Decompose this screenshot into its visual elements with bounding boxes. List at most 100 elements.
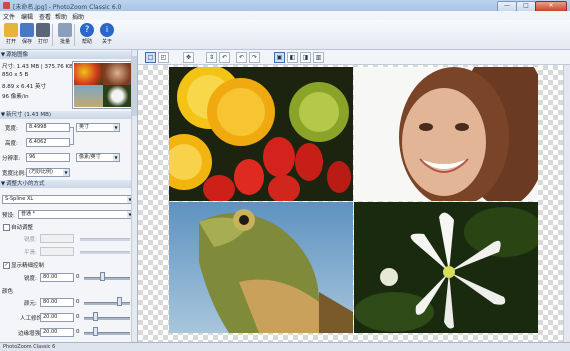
menu-bar: 文件 编辑 查看 帮助 捐助 <box>0 11 570 21</box>
batch-button[interactable]: 批量 <box>54 22 76 48</box>
source-dims: 850 x 5 B <box>2 72 29 78</box>
about-button[interactable]: i 关于 <box>96 22 118 48</box>
c2-slider[interactable] <box>84 317 130 320</box>
method-value: S-Spline XL <box>5 196 34 202</box>
panel-scrollbar[interactable] <box>131 50 137 342</box>
move-button[interactable]: ⇕ <box>206 52 217 63</box>
new-size-section-header[interactable]: ▼新尺寸 (1.43 MB) <box>0 111 136 119</box>
new-size-section-title: 新尺寸 (1.43 MB) <box>6 112 52 118</box>
preview-grid-button[interactable]: ▥ <box>313 52 324 63</box>
app-icon <box>3 2 10 9</box>
print-label: 打印 <box>37 39 48 45</box>
strength-label: 锐度: <box>24 237 37 243</box>
smooth-slider <box>80 251 130 254</box>
chevron-down-icon: ▼ <box>63 169 69 176</box>
fruit-illustration <box>169 67 353 201</box>
crop-button[interactable]: ✥ <box>183 52 194 63</box>
portrait-illustration <box>354 67 538 201</box>
source-section-header[interactable]: ▼源始图像 <box>0 51 136 59</box>
resolution-unit-select[interactable]: 像素/英寸 ▼ <box>76 153 120 162</box>
panel-scrollbar-thumb[interactable] <box>132 56 137 116</box>
preset-select[interactable]: 普通 * ▼ <box>18 210 134 219</box>
preview-canvas[interactable] <box>138 65 563 342</box>
c1-slider[interactable] <box>84 302 130 305</box>
method-section-header[interactable]: ▼调整大小的方式 <box>0 180 136 188</box>
source-section-title: 源始图像 <box>6 52 29 58</box>
frog-illustration <box>169 202 353 333</box>
fit-label: 宽度比例: <box>2 171 26 177</box>
main-toolbar: 打开 保存 打印 批量 ? 帮助 i 关于 <box>0 20 570 50</box>
sharpness-slider-thumb[interactable] <box>100 272 105 281</box>
method-select[interactable]: S-Spline XL ▼ <box>2 195 134 204</box>
preset-label: 预设: <box>2 213 15 219</box>
photo-fruit <box>169 67 353 201</box>
title-bar: [未命名.jpg] - PhotoZoom Classic 6.0 — □ ✕ <box>0 0 570 12</box>
photo-lily <box>354 202 538 333</box>
source-thumbnail[interactable] <box>72 61 134 109</box>
print-button[interactable]: 打印 <box>32 22 54 48</box>
auto-adjust-label: 自动调整 <box>11 225 34 231</box>
auto-adjust-checkbox[interactable] <box>3 224 10 231</box>
c3-label: 边缘增强: <box>18 331 42 337</box>
c3-input[interactable]: 20.00 <box>40 328 74 337</box>
method-section-title: 调整大小的方式 <box>6 181 45 187</box>
view-split-button[interactable]: ◰ <box>158 52 169 63</box>
toolbar-separator <box>74 24 75 46</box>
resolution-input[interactable]: 96 <box>26 153 70 162</box>
source-dpi: 96 像素/in <box>2 94 29 100</box>
rotate-left-button[interactable]: ↶ <box>236 52 247 63</box>
c1-slider-thumb[interactable] <box>117 297 122 306</box>
chevron-down-icon: ▼ <box>113 154 119 161</box>
strength-input <box>40 234 74 243</box>
c1-min: 0 <box>76 299 80 305</box>
strength-slider <box>80 238 130 241</box>
canvas-vertical-scrollbar[interactable] <box>563 65 570 342</box>
sharpness-min: 0 <box>76 274 80 280</box>
help-button[interactable]: ? 帮助 <box>76 22 98 48</box>
preview-side-button[interactable]: ◨ <box>300 52 311 63</box>
aspect-link-icon[interactable] <box>69 127 74 145</box>
view-toolbar: □ ◰ ✥ ⇕ ↶ ↶ ↷ ▣ ◧ ◨ ▥ <box>138 50 570 65</box>
smooth-input <box>40 247 74 256</box>
about-label: 关于 <box>101 39 112 45</box>
print-icon <box>36 23 50 37</box>
batch-label: 批量 <box>59 39 70 45</box>
c3-slider[interactable] <box>84 332 130 335</box>
view-single-button[interactable]: □ <box>145 52 156 63</box>
fit-select[interactable]: (巧妙比例) ▼ <box>26 168 70 177</box>
preview-full-button[interactable]: ▣ <box>274 52 285 63</box>
c1-input[interactable]: 80.00 <box>40 298 74 307</box>
preview-compare-button[interactable]: ◧ <box>287 52 298 63</box>
c3-slider-thumb[interactable] <box>93 327 98 336</box>
help-icon: ? <box>80 23 94 37</box>
thumb-frog <box>74 85 103 107</box>
show-detail-label: 显示精细控制 <box>11 263 45 269</box>
sharpness-label: 锐度: <box>24 276 37 282</box>
toolbar-separator <box>52 24 53 46</box>
c2-slider-thumb[interactable] <box>93 312 98 321</box>
sharpness-input[interactable]: 80.00 <box>40 273 74 282</box>
photo-frog <box>169 202 353 333</box>
color-section-label: 颜色 <box>2 289 14 295</box>
preset-value: 普通 * <box>21 211 36 217</box>
height-input[interactable]: 6.4062 <box>26 138 70 147</box>
settings-panel: ▼源始图像 尺寸: 1.43 MB | 375.76 KB 850 x 5 B … <box>0 50 138 342</box>
thumb-lily <box>103 85 132 107</box>
c1-label: 颜元: <box>24 301 37 307</box>
unit-select[interactable]: 英寸 ▼ <box>76 123 120 132</box>
sharpness-slider[interactable] <box>84 277 130 280</box>
width-input[interactable]: 8.4998 <box>26 123 70 132</box>
fit-value: (巧妙比例) <box>29 169 53 175</box>
c2-min: 0 <box>76 314 80 320</box>
help-label: 帮助 <box>81 39 92 45</box>
chevron-down-icon: ▼ <box>113 124 119 131</box>
c2-input[interactable]: 20.00 <box>40 313 74 322</box>
flip-vertical-button[interactable]: ↶ <box>219 52 230 63</box>
height-label: 高度: <box>5 141 18 147</box>
source-size: 尺寸: 1.43 MB | 375.76 KB <box>2 64 73 70</box>
info-icon: i <box>100 23 114 37</box>
rotate-right-button[interactable]: ↷ <box>249 52 260 63</box>
photo-portrait <box>354 67 538 201</box>
window-title: [未命名.jpg] - PhotoZoom Classic 6.0 <box>13 4 122 11</box>
show-detail-checkbox[interactable]: ✓ <box>3 262 10 269</box>
